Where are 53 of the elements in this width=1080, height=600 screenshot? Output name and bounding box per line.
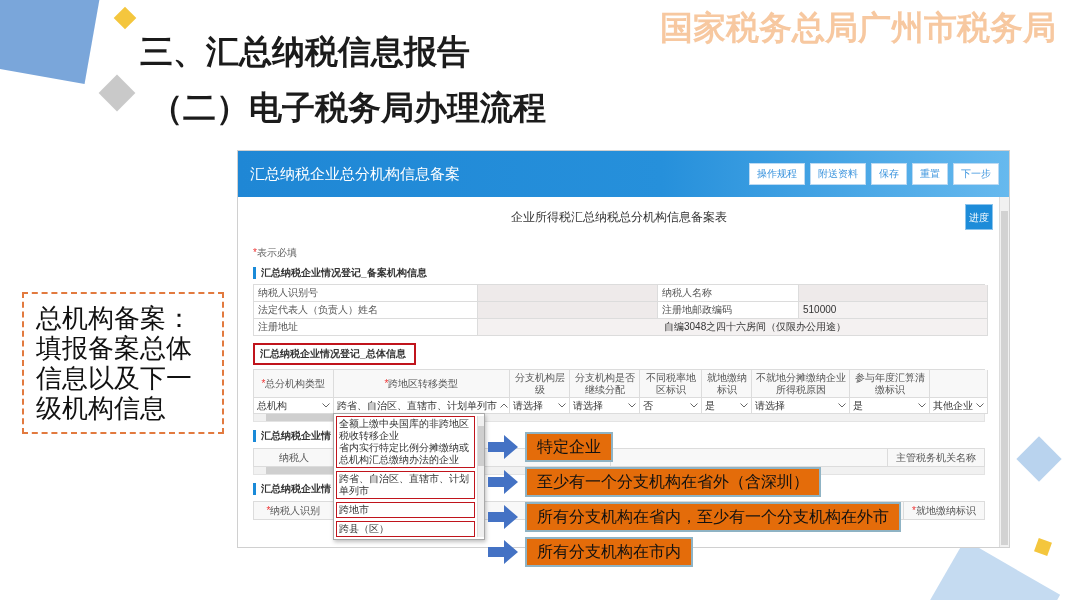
form-title: 企业所得税汇总纳税总分机构信息备案表 [511,210,727,224]
select-field[interactable]: 否 [640,398,701,413]
column-header: *跨地区转移类型 [334,370,510,398]
column-header: 参与年度汇算清缴标识 [850,370,930,398]
field-value: 自编3048之四十六房间（仅限办公用途） [478,319,988,336]
note-box: 总机构备案：填报备案总体信息以及下一级机构信息 [22,292,224,434]
callout-label: 特定企业 [525,432,613,462]
slide-subtitle: （二）电子税务局办理流程 [150,88,546,128]
vertical-scrollbar[interactable] [999,197,1009,547]
column-header: 不同税率地区标识 [640,370,702,398]
select-field[interactable]: 其他企业 [930,398,987,413]
dropdown-option[interactable]: 跨县（区） [339,523,472,535]
section-heading: 汇总纳税企业情况登记_总体信息 [253,343,416,365]
select-field[interactable]: 请选择 [752,398,849,413]
dropdown-option[interactable]: 跨地市 [339,504,472,516]
column-header: 就地缴纳标识 [702,370,752,398]
column-header: 主管税务机关名称 [888,449,985,467]
dropdown-option[interactable]: 省内实行特定比例分摊缴纳或总机构汇总缴纳办法的企业 [339,442,472,466]
column-header: 不就地分摊缴纳企业所得税原因 [752,370,850,398]
right-arrow-icon [488,435,518,459]
dropdown-option[interactable]: 全额上缴中央国库的非跨地区税收转移企业 [339,418,472,442]
column-header: 分支机构是否继续分配 [570,370,640,398]
banner-text: 国家税务总局广州市税务局 [660,8,1056,48]
app-title: 汇总纳税企业总分机构信息备案 [250,165,460,183]
field-label: 注册地址 [254,319,478,336]
select-field[interactable]: 请选择 [510,398,569,413]
required-note: *表示必填 [253,247,297,259]
column-header: *纳税人识别 [254,502,334,520]
column-header: *就地缴纳标识 [904,502,985,520]
vertical-scrollbar[interactable] [477,416,484,537]
right-arrow-icon [488,470,518,494]
field-label: 纳税人识别号 [254,285,478,302]
section-heading: 汇总纳税企业情况登记_备案机构信息 [253,267,427,279]
callout-label: 至少有一个分支机构在省外（含深圳） [525,467,821,497]
callout-label: 所有分支机构在市内 [525,537,693,567]
progress-button[interactable]: 进度 [965,204,993,230]
column-header: 纳税人 [254,449,334,467]
select-field[interactable]: 总机构 [254,398,333,413]
field-label: 法定代表人（负责人）姓名 [254,302,478,319]
section-heading: 汇总纳税企业情 [253,430,331,442]
select-field[interactable]: 是 [702,398,751,413]
select-field[interactable]: 跨省、自治区、直辖市、计划单列市 [334,398,509,413]
select-field[interactable]: 请选择 [570,398,639,413]
select-field[interactable]: 是 [850,398,929,413]
column-header: *总分机构类型 [254,370,334,398]
right-arrow-icon [488,540,518,564]
right-arrow-icon [488,505,518,529]
field-value: 510000 [799,302,988,319]
slide-title: 三、汇总纳税信息报告 [140,32,470,72]
column-header: 分支机构层级 [510,370,570,398]
section-heading: 汇总纳税企业情 [253,483,331,495]
callout-label: 所有分支机构在省内，至少有一个分支机构在外市 [525,502,901,532]
dropdown-option[interactable]: 跨省、自治区、直辖市、计划单列市 [339,473,472,497]
